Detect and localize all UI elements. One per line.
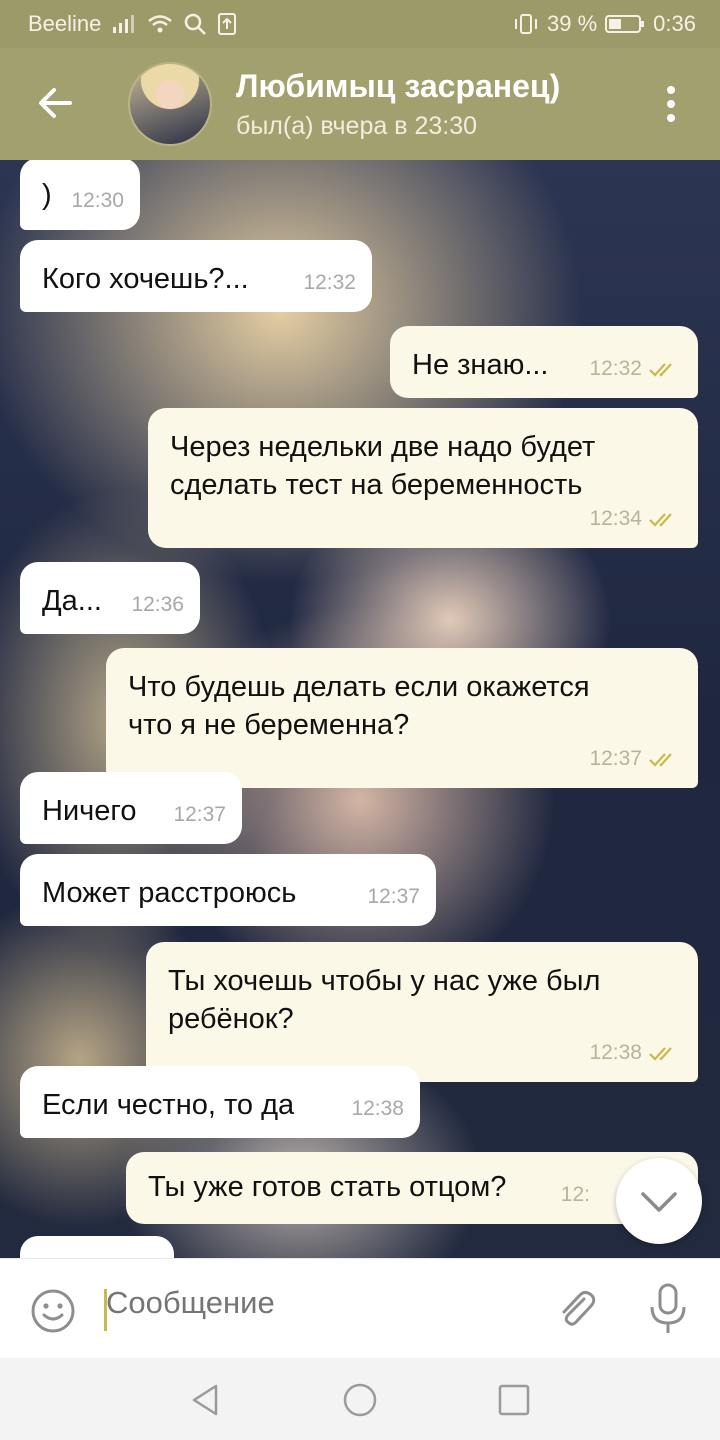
message-outgoing[interactable]: Ты уже готов стать отцом? 12: — [126, 1152, 698, 1224]
message-meta: 12:37 — [367, 878, 420, 916]
microphone-icon[interactable] — [644, 1281, 692, 1337]
message-time: 12: — [560, 1183, 590, 1206]
double-check-icon — [649, 1047, 672, 1061]
message-meta: 12:30 — [71, 182, 124, 220]
message-meta: 12:34 — [589, 500, 682, 538]
last-seen-status: был(а) вчера в 23:30 — [236, 112, 478, 140]
message-meta: 12:37 — [173, 796, 226, 834]
system-nav-bar — [0, 1358, 720, 1440]
clock: 0:36 — [653, 11, 696, 36]
message-incoming[interactable]: Да... 12:36 — [20, 562, 200, 634]
message-meta: 12:32 — [589, 350, 682, 388]
message-time: 12:32 — [589, 357, 642, 380]
more-vertical-icon[interactable] — [656, 82, 686, 126]
message-meta: 12:32 — [303, 264, 356, 302]
message-incoming[interactable]: Ничего 12:37 — [20, 772, 242, 844]
message-line: что я не беременна? — [128, 709, 410, 741]
message-text: Ты уже готов стать отцом? — [148, 1171, 507, 1203]
carrier-name: Beeline — [28, 11, 102, 36]
contact-name[interactable]: Любимыц засранец) — [236, 68, 560, 105]
message-outgoing[interactable]: Ты хочешь чтобы у нас уже был ребёнок? 1… — [146, 942, 698, 1082]
message-incoming[interactable]: Если честно, то да 12:38 — [20, 1066, 420, 1138]
message-time: 12:37 — [367, 885, 420, 908]
double-check-icon — [649, 363, 672, 377]
message-outgoing[interactable]: Что будешь делать если окажется что я не… — [106, 648, 698, 788]
message-meta: 12:38 — [351, 1090, 404, 1128]
message-text: Если честно, то да — [42, 1089, 295, 1121]
message-time: 12:32 — [303, 271, 356, 294]
message-outgoing[interactable]: Не знаю... 12:32 — [390, 326, 698, 398]
message-time: 12:34 — [589, 507, 642, 530]
message-time: 12:38 — [589, 1041, 642, 1064]
message-incoming[interactable]: Может расстроюсь 12:37 — [20, 854, 436, 926]
message-time: 12:37 — [173, 803, 226, 826]
nav-home-icon[interactable] — [340, 1380, 380, 1420]
scroll-down-button[interactable] — [616, 1158, 702, 1244]
message-outgoing[interactable]: Через недельки две надо будет сделать те… — [148, 408, 698, 548]
message-incoming-partial[interactable] — [20, 1236, 174, 1258]
status-bar: Beeline 39 % 0:36 — [0, 0, 720, 48]
vibrate-icon — [515, 14, 538, 34]
chat-header: Любимыц засранец) был(а) вчера в 23:30 — [0, 48, 720, 160]
wifi-icon — [148, 15, 173, 33]
message-meta: 12: — [561, 1176, 590, 1214]
message-line: Ты хочешь чтобы у нас уже был — [168, 965, 601, 997]
upload-icon — [218, 13, 237, 35]
message-meta: 12:38 — [589, 1034, 682, 1072]
message-time: 12:37 — [589, 747, 642, 770]
double-check-icon — [649, 513, 672, 527]
message-time: 12:30 — [71, 189, 124, 212]
message-incoming[interactable]: Кого хочешь?... 12:32 — [20, 240, 372, 312]
double-check-icon — [649, 753, 672, 767]
chat-area[interactable]: ) 12:30 Кого хочешь?... 12:32 Не знаю...… — [0, 160, 720, 1258]
avatar[interactable] — [128, 62, 212, 146]
message-line: сделать тест на беременность — [170, 469, 583, 501]
message-time: 12:36 — [131, 593, 184, 616]
battery-percent: 39 % — [547, 11, 598, 36]
paperclip-icon[interactable] — [552, 1285, 600, 1333]
message-time: 12:38 — [351, 1097, 404, 1120]
nav-back-icon[interactable] — [186, 1380, 226, 1420]
message-text: Может расстроюсь — [42, 877, 297, 909]
chevron-down-icon — [641, 1192, 677, 1212]
back-arrow-icon[interactable] — [30, 78, 80, 128]
message-line: Что будешь делать если окажется — [128, 671, 590, 703]
message-input[interactable] — [106, 1285, 526, 1321]
smile-icon[interactable] — [28, 1286, 78, 1336]
message-incoming[interactable]: ) 12:30 — [20, 160, 140, 230]
message-meta: 12:36 — [131, 586, 184, 624]
signal-icon — [113, 15, 135, 33]
message-line: Через недельки две надо будет — [170, 431, 596, 463]
message-meta: 12:37 — [589, 740, 682, 778]
message-line: ребёнок? — [168, 1003, 294, 1035]
battery-icon — [605, 15, 645, 33]
nav-recents-icon[interactable] — [494, 1380, 534, 1420]
search-icon — [185, 13, 207, 35]
message-input-bar — [0, 1258, 720, 1358]
